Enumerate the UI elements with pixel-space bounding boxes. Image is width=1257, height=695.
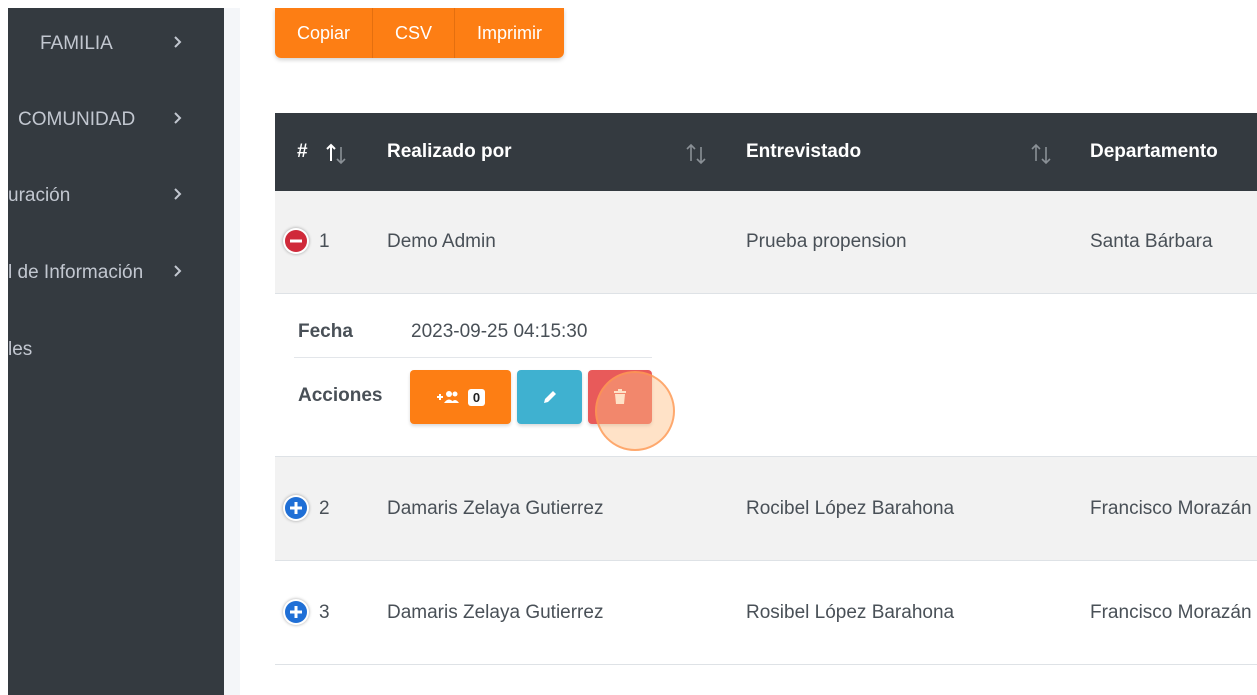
cell-number: 3 xyxy=(319,602,330,623)
user-plus-icon xyxy=(436,390,460,404)
cell-number: 1 xyxy=(319,231,330,252)
edit-button[interactable] xyxy=(517,370,582,424)
members-count-badge: 0 xyxy=(467,388,486,406)
table-row[interactable]: 1 Demo Admin Prueba propension Santa Bár… xyxy=(275,191,1257,294)
cell-departamento: Santa Bárbara xyxy=(1090,231,1213,252)
table-row[interactable]: 3 Damaris Zelaya Gutierrez Rosibel López… xyxy=(275,561,1257,665)
expand-row-icon[interactable] xyxy=(285,497,307,519)
table-row[interactable]: 2 Damaris Zelaya Gutierrez Rocibel López… xyxy=(275,457,1257,561)
csv-button[interactable]: CSV xyxy=(373,8,456,58)
print-button[interactable]: Imprimir xyxy=(455,8,565,58)
sidebar-item-reportes[interactable]: les xyxy=(8,330,224,370)
sort-icon[interactable] xyxy=(1030,141,1052,167)
sidebar-item-informacion[interactable]: l de Información xyxy=(8,253,224,293)
sidebar-item-label: l de Información xyxy=(8,262,144,283)
add-member-button[interactable]: 0 xyxy=(410,370,511,424)
sidebar: FAMILIA COMUNIDAD uración l de Informaci… xyxy=(8,8,224,695)
main-content: Copiar CSV Imprimir # Realizado por Entr… xyxy=(240,8,1257,695)
chevron-right-icon xyxy=(172,261,184,281)
cell-realizado-por: Damaris Zelaya Gutierrez xyxy=(387,602,604,623)
app-frame: FAMILIA COMUNIDAD uración l de Informaci… xyxy=(8,8,1257,695)
cell-entrevistado: Rocibel López Barahona xyxy=(746,498,955,519)
detail-divider xyxy=(294,357,652,358)
sidebar-item-label: FAMILIA xyxy=(40,33,113,54)
cell-departamento: Francisco Morazán xyxy=(1090,602,1252,623)
delete-button[interactable] xyxy=(588,370,652,424)
sidebar-item-configuracion[interactable]: uración xyxy=(8,176,224,216)
cell-number: 2 xyxy=(319,498,330,519)
sidebar-item-label: uración xyxy=(8,185,71,206)
column-header-realizado-por[interactable]: Realizado por xyxy=(387,113,512,191)
fecha-value: 2023-09-25 04:15:30 xyxy=(411,321,588,342)
expand-row-icon[interactable] xyxy=(285,601,307,623)
sort-icon[interactable] xyxy=(325,141,347,167)
sidebar-item-label: les xyxy=(8,339,33,360)
pencil-icon xyxy=(542,389,558,405)
copy-button[interactable]: Copiar xyxy=(275,8,374,58)
chevron-right-icon xyxy=(172,108,184,128)
column-header-number[interactable]: # xyxy=(297,113,308,191)
sort-icon[interactable] xyxy=(685,141,707,167)
cell-entrevistado: Prueba propension xyxy=(746,231,907,252)
cell-realizado-por: Demo Admin xyxy=(387,231,496,252)
chevron-right-icon xyxy=(172,184,184,204)
collapse-row-icon[interactable] xyxy=(285,230,307,252)
column-header-entrevistado[interactable]: Entrevistado xyxy=(746,113,861,191)
table-header: # Realizado por Entrevistado Departament… xyxy=(275,113,1257,191)
fecha-label: Fecha xyxy=(298,321,353,342)
acciones-label: Acciones xyxy=(298,385,383,406)
cell-departamento: Francisco Morazán xyxy=(1090,498,1252,519)
column-header-departamento[interactable]: Departamento xyxy=(1090,113,1218,191)
chevron-right-icon xyxy=(172,32,184,52)
export-button-group: Copiar CSV Imprimir xyxy=(275,8,565,58)
cell-entrevistado: Rosibel López Barahona xyxy=(746,602,955,623)
sidebar-item-familia[interactable]: FAMILIA xyxy=(8,24,224,64)
sidebar-item-comunidad[interactable]: COMUNIDAD xyxy=(8,100,224,140)
sidebar-item-label: COMUNIDAD xyxy=(18,109,136,130)
trash-icon xyxy=(613,389,627,405)
cell-realizado-por: Damaris Zelaya Gutierrez xyxy=(387,498,604,519)
